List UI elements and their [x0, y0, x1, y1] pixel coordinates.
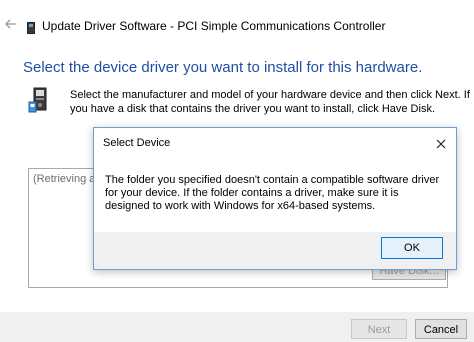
close-icon	[436, 139, 446, 149]
select-device-dialog: Select Device The folder you specified d…	[93, 127, 457, 270]
ok-button[interactable]: OK	[381, 237, 443, 259]
page-heading: Select the device driver you want to ins…	[23, 59, 423, 76]
dialog-title: Select Device	[103, 137, 171, 149]
dialog-message: The folder you specified doesn't contain…	[105, 174, 440, 212]
next-button[interactable]: Next	[351, 319, 407, 339]
hardware-wizard-icon	[28, 87, 54, 113]
instruction-text: Select the manufacturer and model of you…	[70, 89, 470, 115]
dialog-close-button[interactable]	[434, 137, 448, 151]
window-title: Update Driver Software - PCI Simple Comm…	[42, 19, 386, 33]
back-arrow-icon	[5, 19, 16, 29]
back-button[interactable]	[4, 17, 18, 31]
device-icon	[27, 21, 35, 34]
cancel-button[interactable]: Cancel	[415, 319, 467, 339]
